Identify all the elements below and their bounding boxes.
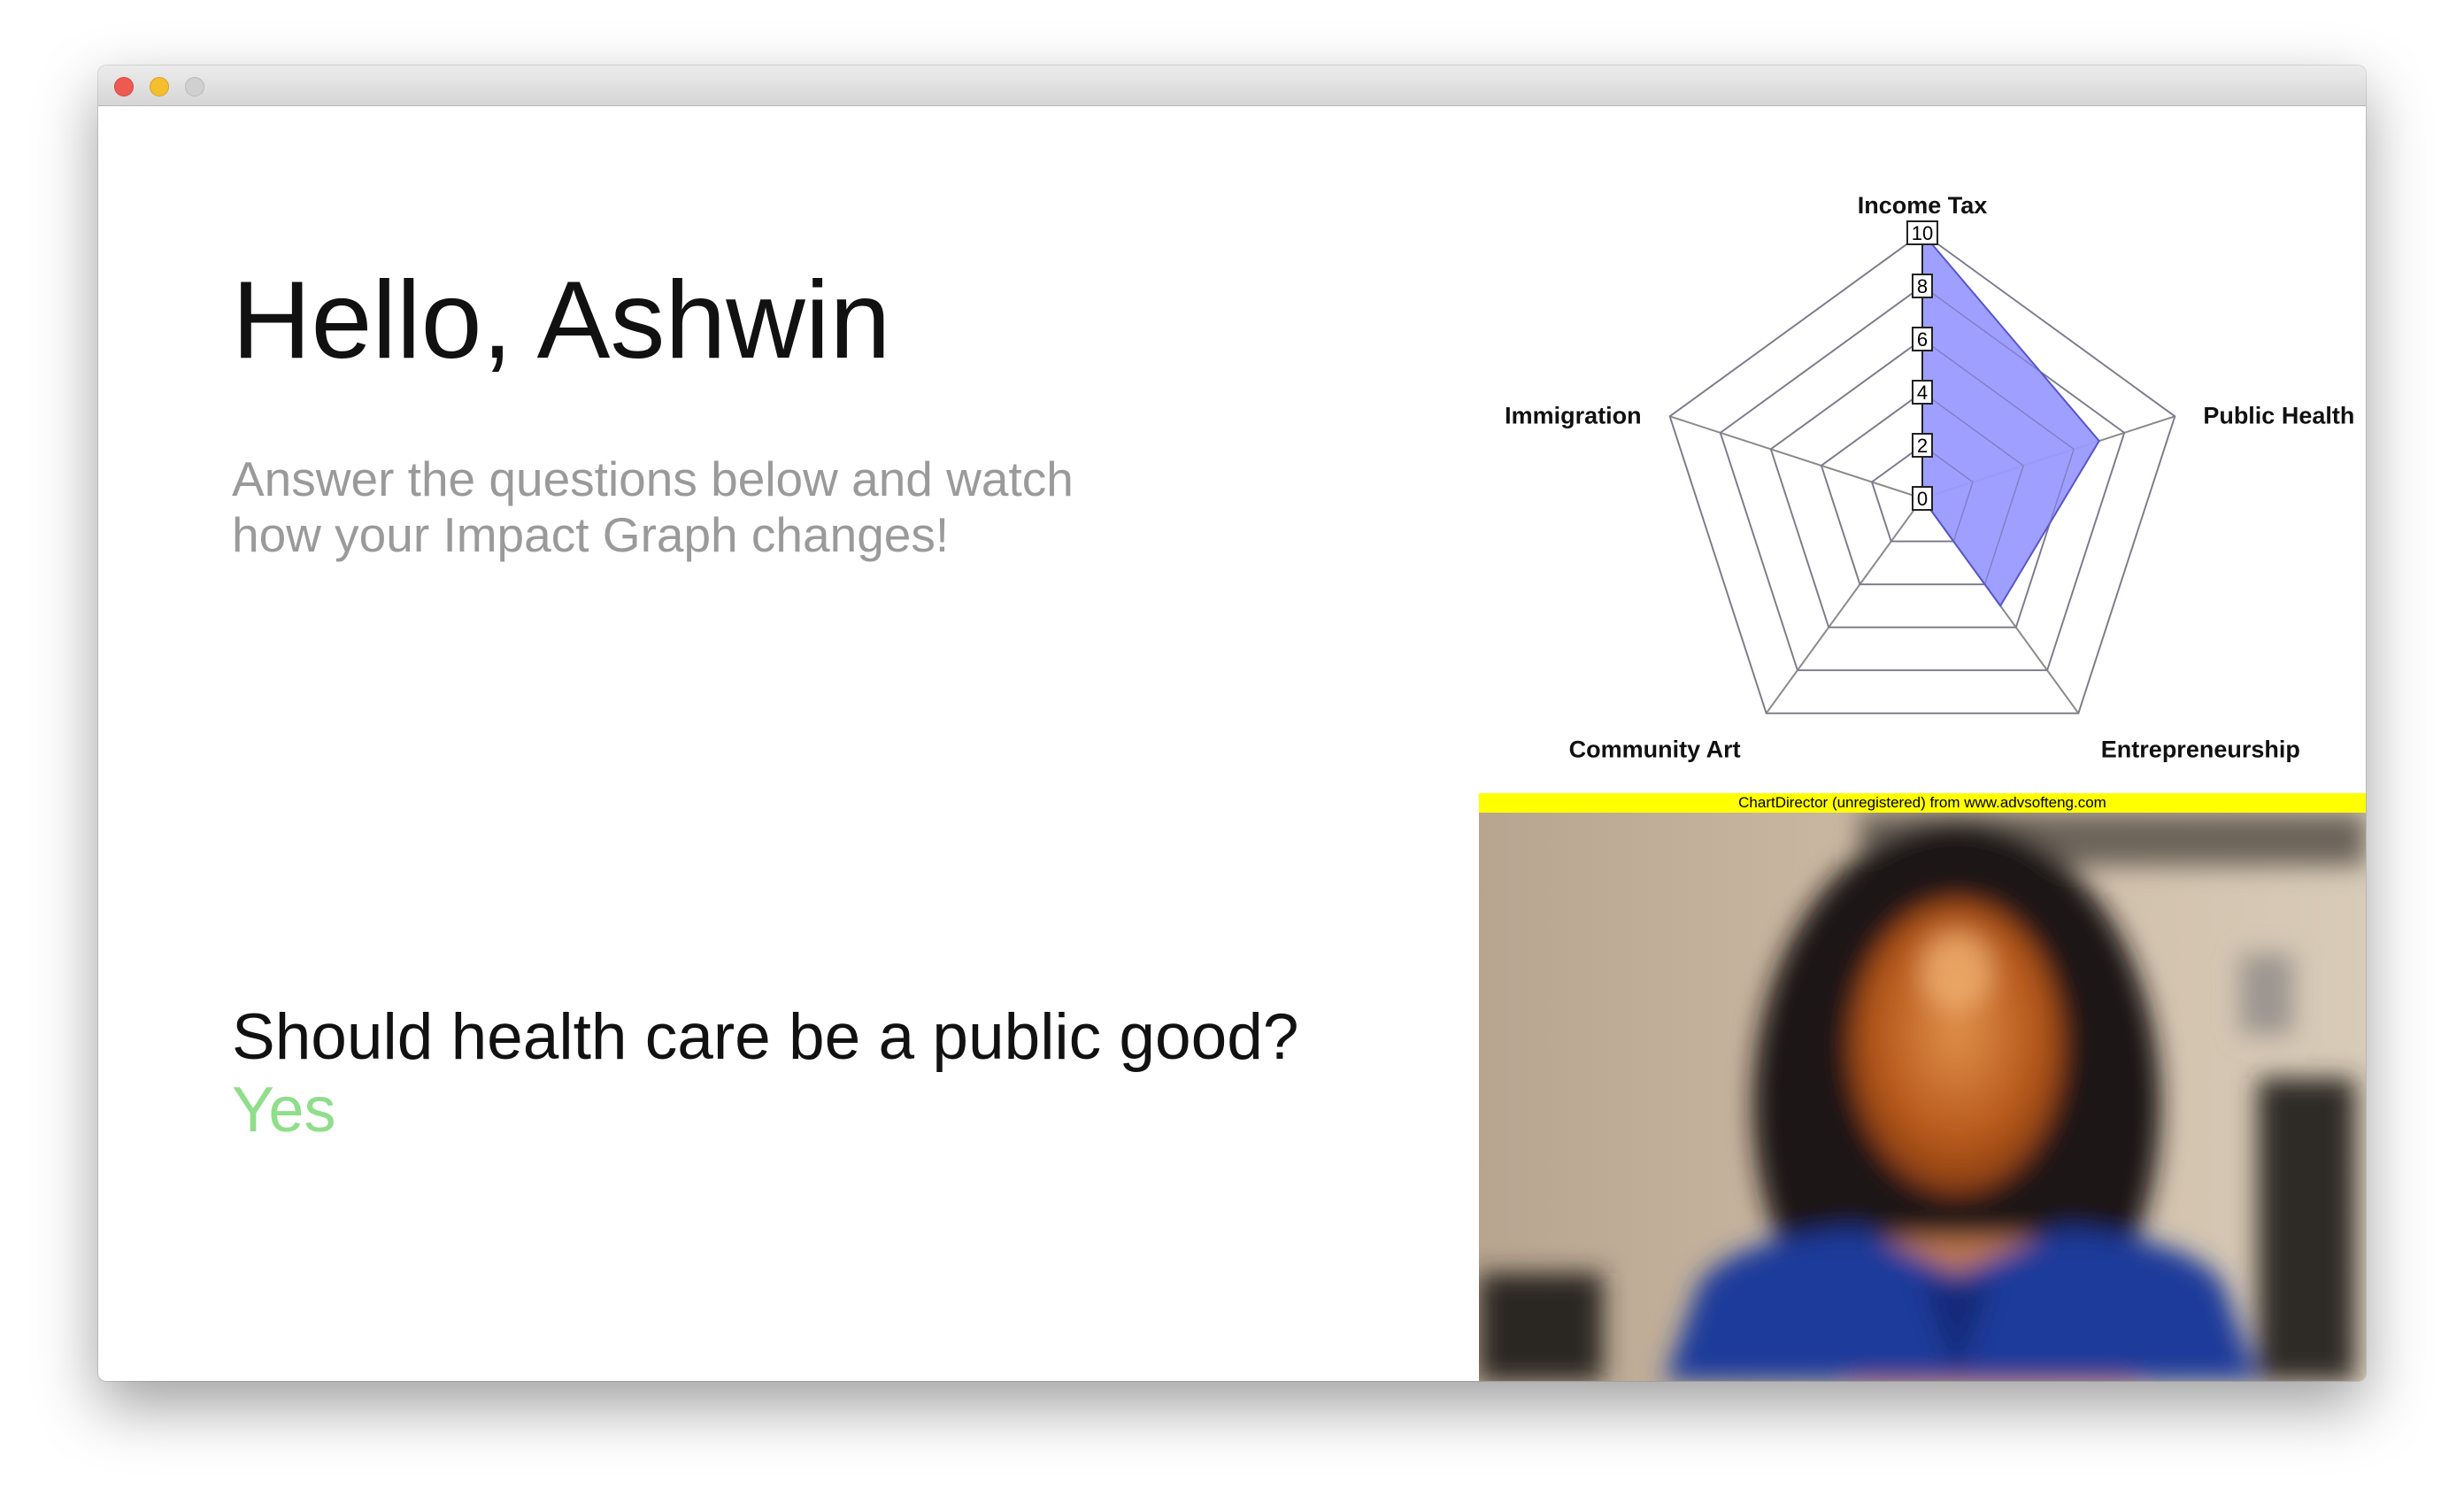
instructions-line-2: how your Impact Graph changes! [232,507,950,562]
radar-data-area [1921,230,2100,608]
title-bar [98,66,2366,106]
radar-spoke [1765,498,1923,714]
radar-axis-label: Community Art [1569,737,1741,763]
radar-tick-label: 8 [1917,275,1928,297]
instructions-line-1: Answer the questions below and watch [232,451,1074,506]
instructions-text: Answer the questions below and watch how… [232,451,1161,563]
radar-chart: 0 2 4 6 8 10 Income Tax Public Health Entreprene… [1505,192,2354,763]
radar-tick-label: 10 [1912,222,1933,244]
radar-axis-label: Public Health [2203,402,2354,428]
radar-axis-label: Immigration [1505,402,1642,428]
radar-tick-label: 4 [1917,382,1928,404]
radar-tick-label: 2 [1917,435,1928,457]
app-window: Hello, Ashwin Answer the questions below… [98,66,2366,1381]
close-window-button[interactable] [114,77,134,96]
webcam-feed [1479,813,2366,1381]
greeting-heading: Hello, Ashwin [232,259,891,382]
radar-tick-label: 0 [1917,488,1928,510]
question-text: Should health care be a public good? [232,1001,1299,1073]
chart-watermark: ChartDirector (unregistered) from www.ad… [1479,793,2366,813]
minimize-window-button[interactable] [150,77,169,96]
main-content: Hello, Ashwin Answer the questions below… [98,106,2366,1381]
radar-axis-label: Entrepreneurship [2101,737,2300,763]
radar-spoke [1669,415,1923,499]
webcam-image [1479,813,2366,1381]
answer-text: Yes [232,1075,336,1146]
zoom-window-button[interactable] [185,77,204,96]
radar-axis-label: Income Tax [1858,192,1988,219]
impact-graph: 0 2 4 6 8 10 Income Tax Public Health Entreprene… [1479,106,2366,793]
radar-tick-label: 6 [1917,328,1928,351]
